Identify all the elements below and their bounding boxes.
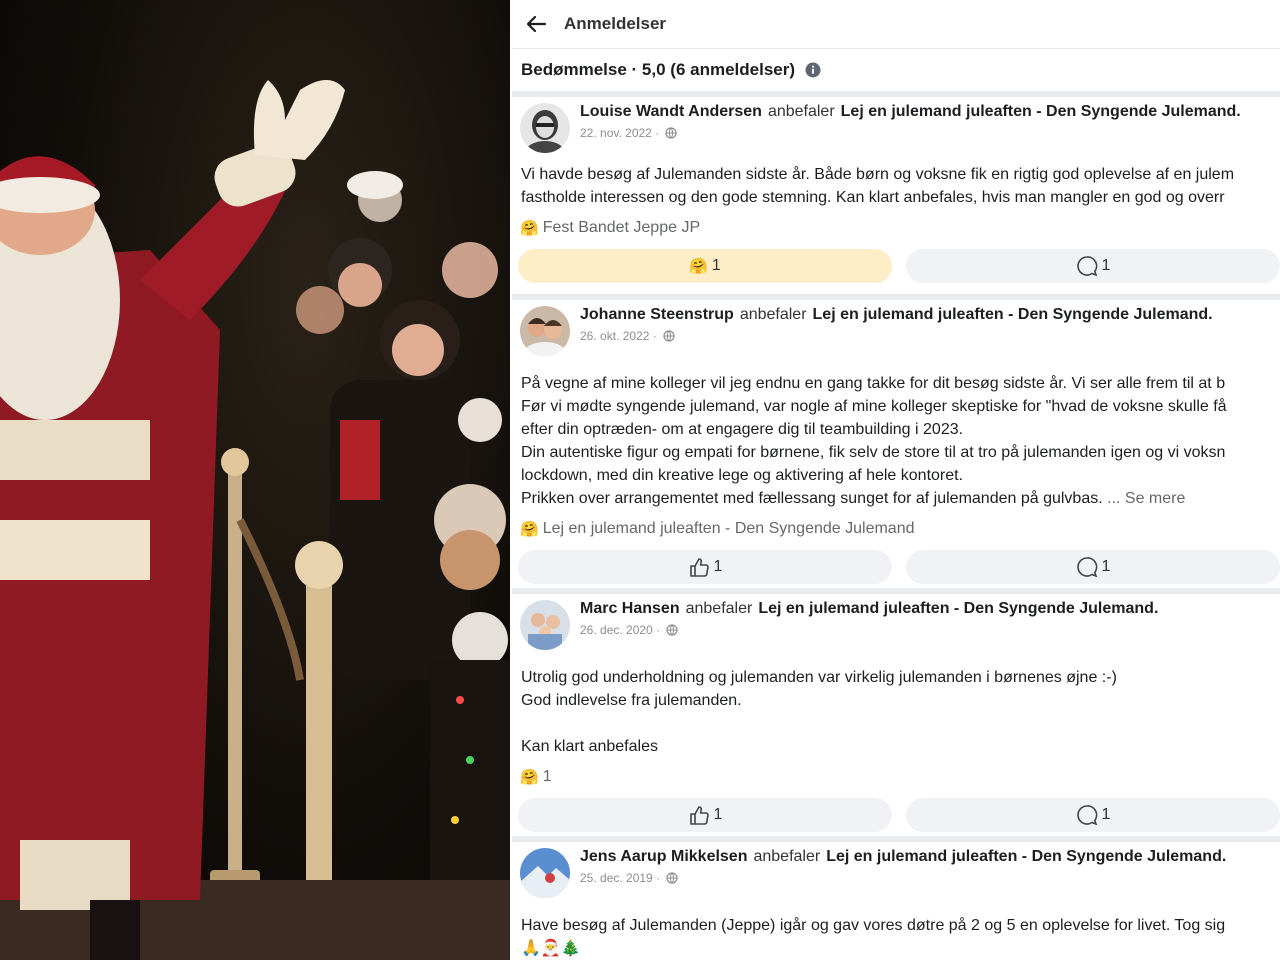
arrow-left-icon[interactable] — [524, 12, 548, 36]
review-line: Vi havde besøg af Julemanden sidste år. … — [521, 166, 1235, 183]
reaction-summary[interactable]: 🤗 Lej en julemand juleaften - Den Syngend… — [512, 516, 1280, 542]
see-more-link[interactable]: ... Se mere — [1107, 490, 1185, 507]
comment-button[interactable]: 1 — [906, 798, 1280, 832]
review-card: Johanne Steenstrup anbefaler Lej en julema… — [512, 294, 1280, 584]
like-count: 1 — [713, 558, 723, 575]
review-card: Marc Hansen anbefaler Lej en julemand jule… — [512, 588, 1280, 832]
comment-button[interactable]: 1 — [906, 249, 1280, 283]
review-line: Have besøg af Julemanden (Jeppe) igår og… — [521, 917, 1226, 934]
review-header-line: Jens Aarup Mikkelsen anbefaler Lej en jule… — [580, 848, 1226, 866]
comment-count: 1 — [1101, 806, 1111, 823]
avatar[interactable] — [520, 848, 570, 898]
review-date[interactable]: 25. dec. 2019 · — [580, 871, 660, 885]
page-link[interactable]: Lej en julemand juleaften - Den Syngende… — [758, 600, 1158, 617]
reviews-panel: Anmeldelser Bedømmelse · 5,0 (6 anmeldel… — [512, 0, 1280, 960]
reaction-count: 1 — [542, 768, 552, 785]
review-header-line: Louise Wandt Andersen anbefaler Lej en jul… — [580, 103, 1241, 121]
top-bar: Anmeldelser — [512, 0, 1280, 49]
review-header-line: Marc Hansen anbefaler Lej en julemand jule… — [580, 600, 1158, 618]
reviewer-name[interactable]: Johanne Steenstrup — [580, 306, 734, 323]
recommends-verb: anbefaler — [739, 306, 807, 323]
review-card: Jens Aarup Mikkelsen anbefaler Lej en jule… — [512, 836, 1280, 960]
review-line: På vegne af mine kolleger vil jeg endnu … — [521, 375, 1226, 392]
comment-count: 1 — [1101, 558, 1111, 575]
like-button[interactable]: 1 — [518, 550, 892, 584]
recommends-verb: anbefaler — [767, 103, 835, 120]
review-line — [521, 712, 1280, 735]
reviewer-name[interactable]: Louise Wandt Andersen — [580, 103, 762, 120]
comment-count: 1 — [1101, 257, 1111, 274]
page-link[interactable]: Lej en julemand juleaften - Den Syngende… — [826, 848, 1226, 865]
review-line: fastholde interessen og den gode stemnin… — [521, 189, 1225, 206]
review-emojis: 🙏🎅🎄 — [521, 940, 581, 957]
globe-icon — [666, 624, 678, 636]
review-line: God indlevelse fra julemanden. — [521, 692, 742, 709]
info-icon[interactable] — [805, 62, 821, 78]
review-text: Utrolig god underholdning og julemanden … — [512, 666, 1280, 758]
recommends-verb: anbefaler — [685, 600, 753, 617]
santa-illustration — [0, 80, 510, 960]
page-title: Anmeldelser — [564, 14, 667, 33]
reaction-summary[interactable]: 🤗 Fest Bandet Jeppe JP — [512, 215, 1280, 241]
review-line: Kan klart anbefales — [521, 738, 658, 755]
review-line: Din autentiske figur og empati for børne… — [521, 444, 1226, 461]
rating-summary-text: Bedømmelse · 5,0 (6 anmeldelser) — [521, 60, 796, 79]
thumbs-up-icon — [689, 806, 709, 825]
globe-icon — [665, 127, 677, 139]
avatar[interactable] — [520, 600, 570, 650]
globe-icon — [666, 872, 678, 884]
hug-emoji-icon: 🤗 — [689, 258, 708, 275]
review-date[interactable]: 22. nov. 2022 · — [580, 126, 659, 140]
comment-icon — [1076, 256, 1097, 277]
reviewer-name[interactable]: Marc Hansen — [580, 600, 680, 617]
like-count: 1 — [713, 806, 723, 823]
review-line: efter din optræden- om at engagere dig t… — [521, 421, 964, 438]
review-text: Have besøg af Julemanden (Jeppe) igår og… — [512, 914, 1280, 960]
comment-icon — [1076, 805, 1097, 826]
review-line: Prikken over arrangementet med fællessan… — [521, 487, 1280, 510]
reviewer-name[interactable]: Jens Aarup Mikkelsen — [580, 848, 747, 865]
react-button[interactable]: 🤗 1 — [518, 249, 892, 283]
review-line-text: Prikken over arrangementet med fællessan… — [521, 490, 1103, 507]
review-header-line: Johanne Steenstrup anbefaler Lej en julema… — [580, 306, 1213, 324]
hug-emoji-icon: 🤗 — [520, 220, 539, 237]
reactor-name: Fest Bandet Jeppe JP — [542, 219, 701, 236]
review-text: Vi havde besøg af Julemanden sidste år. … — [512, 163, 1280, 209]
hug-emoji-icon: 🤗 — [520, 769, 539, 786]
page-link[interactable]: Lej en julemand juleaften - Den Syngende… — [813, 306, 1213, 323]
rating-summary: Bedømmelse · 5,0 (6 anmeldelser) — [512, 49, 1280, 97]
globe-icon — [663, 330, 675, 342]
review-line: Utrolig god underholdning og julemanden … — [521, 669, 1117, 686]
review-line: Før vi mødte syngende julemand, var nogl… — [521, 398, 1227, 415]
thumbs-up-icon — [689, 558, 709, 577]
recommends-verb: anbefaler — [753, 848, 821, 865]
santa-photo — [0, 0, 510, 960]
review-text: På vegne af mine kolleger vil jeg endnu … — [512, 372, 1280, 510]
review-date[interactable]: 26. dec. 2020 · — [580, 623, 660, 637]
reactor-name: Lej en julemand juleaften - Den Syngende… — [542, 520, 915, 537]
review-line: lockdown, med din kreative lege og aktiv… — [521, 467, 964, 484]
hug-emoji-icon: 🤗 — [520, 521, 539, 538]
review-card: Louise Wandt Andersen anbefaler Lej en jul… — [512, 97, 1280, 283]
review-date[interactable]: 26. okt. 2022 · — [580, 329, 657, 343]
avatar[interactable] — [520, 103, 570, 153]
comment-button[interactable]: 1 — [906, 550, 1280, 584]
reaction-summary[interactable]: 🤗 1 — [512, 764, 1280, 790]
comment-icon — [1076, 557, 1097, 578]
page-link[interactable]: Lej en julemand juleaften - Den Syngende… — [841, 103, 1241, 120]
avatar[interactable] — [520, 306, 570, 356]
like-button[interactable]: 1 — [518, 798, 892, 832]
react-count: 1 — [711, 257, 721, 274]
